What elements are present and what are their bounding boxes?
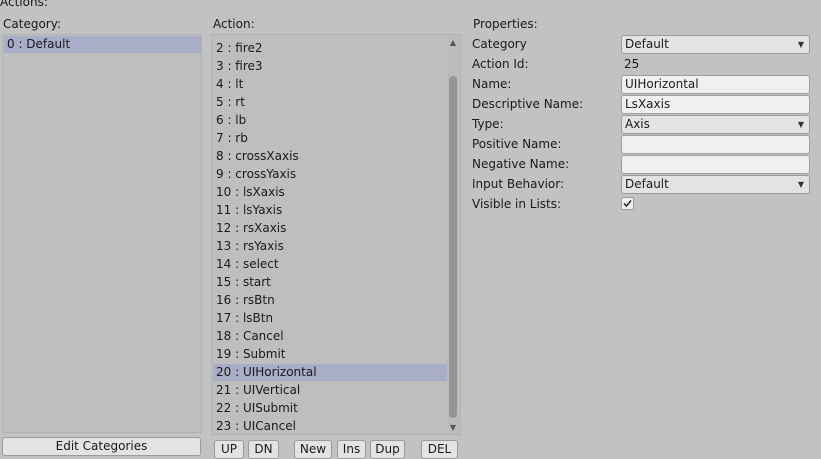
move-down-button[interactable]: DN [248, 440, 279, 459]
action-list-scrollbar[interactable]: ▲ ▼ [447, 36, 459, 433]
action-list-item[interactable]: 4 : lt [213, 76, 447, 93]
name-label: Name: [472, 77, 512, 91]
type-dropdown[interactable]: Axis ▼ [621, 115, 810, 134]
action-list-item[interactable]: 10 : lsXaxis [213, 184, 447, 201]
window-title: Actions: [0, 0, 48, 9]
descriptive-name-label: Descriptive Name: [472, 97, 584, 111]
duplicate-action-button[interactable]: Dup [370, 440, 405, 459]
action-id-label: Action Id: [472, 57, 529, 71]
action-id-value: 25 [624, 57, 640, 71]
name-input[interactable]: UIHorizontal [621, 75, 810, 94]
positive-name-input[interactable] [621, 135, 810, 154]
action-list-item[interactable]: 7 : rb [213, 130, 447, 147]
category-list[interactable]: 0 : Default [2, 34, 202, 433]
action-list-item[interactable]: 2 : fire2 [213, 40, 447, 57]
type-label: Type: [472, 117, 504, 131]
action-list-item[interactable]: 6 : lb [213, 112, 447, 129]
input-behavior-dropdown-value: Default [625, 177, 669, 191]
action-list-item[interactable]: 13 : rsYaxis [213, 238, 447, 255]
action-list-item[interactable]: 14 : select [213, 256, 447, 273]
delete-action-button[interactable]: DEL [421, 440, 458, 459]
chevron-down-icon: ▼ [797, 180, 804, 189]
descriptive-name-input[interactable]: LsXaxis [621, 95, 810, 114]
negative-name-input[interactable] [621, 155, 810, 174]
new-action-button[interactable]: New [294, 440, 332, 459]
chevron-down-icon: ▼ [797, 40, 804, 49]
action-header: Action: [213, 17, 255, 31]
properties-header: Properties: [473, 17, 538, 31]
category-dropdown-value: Default [625, 37, 669, 51]
action-list-item[interactable]: 20 : UIHorizontal [213, 364, 447, 381]
action-list-item[interactable]: 11 : lsYaxis [213, 202, 447, 219]
arrow-up-icon[interactable]: ▲ [447, 37, 459, 48]
action-list-item[interactable]: 17 : lsBtn [213, 310, 447, 327]
type-dropdown-value: Axis [625, 117, 650, 131]
action-list-item[interactable]: 19 : Submit [213, 346, 447, 363]
action-list-item[interactable]: 18 : Cancel [213, 328, 447, 345]
negative-name-label: Negative Name: [472, 157, 570, 171]
visible-in-lists-checkbox[interactable] [621, 197, 634, 210]
action-list-item[interactable]: 12 : rsXaxis [213, 220, 447, 237]
arrow-down-icon[interactable]: ▼ [447, 422, 459, 433]
category-dropdown[interactable]: Default ▼ [621, 35, 810, 54]
checkmark-icon [623, 200, 632, 208]
category-item-default[interactable]: 0 : Default [4, 36, 201, 53]
action-list[interactable]: 2 : fire2 3 : fire3 4 : lt 5 : rt 6 : lb 7 : … [211, 34, 461, 435]
input-behavior-dropdown[interactable]: Default ▼ [621, 175, 810, 194]
action-list-item[interactable]: 21 : UIVertical [213, 382, 447, 399]
action-list-item[interactable]: 8 : crossXaxis [213, 148, 447, 165]
visible-in-lists-label: Visible in Lists: [472, 197, 562, 211]
category-header: Category: [3, 17, 61, 31]
chevron-down-icon: ▼ [797, 120, 804, 129]
category-prop-label: Category [472, 37, 527, 51]
action-list-item[interactable]: 15 : start [213, 274, 447, 291]
input-behavior-label: Input Behavior: [472, 177, 565, 191]
action-list-item[interactable]: 5 : rt [213, 94, 447, 111]
scrollbar-thumb[interactable] [449, 76, 457, 418]
insert-action-button[interactable]: Ins [337, 440, 366, 459]
positive-name-label: Positive Name: [472, 137, 562, 151]
action-list-item[interactable]: 9 : crossYaxis [213, 166, 447, 183]
move-up-button[interactable]: UP [214, 440, 244, 459]
action-list-item[interactable]: 22 : UISubmit [213, 400, 447, 417]
action-list-item[interactable]: 3 : fire3 [213, 58, 447, 75]
action-list-item[interactable]: 16 : rsBtn [213, 292, 447, 309]
action-list-item[interactable]: 23 : UICancel [213, 418, 447, 434]
edit-categories-button[interactable]: Edit Categories [2, 437, 201, 456]
